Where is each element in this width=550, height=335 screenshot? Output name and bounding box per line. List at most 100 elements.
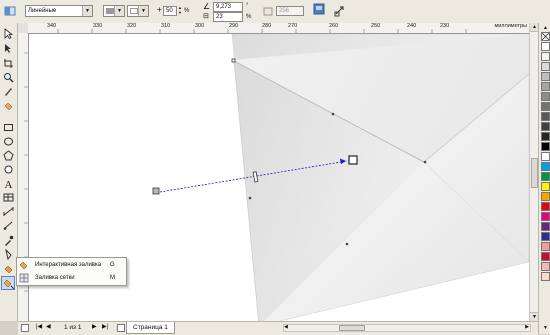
color-swatch[interactable] bbox=[541, 142, 550, 151]
color-swatch[interactable] bbox=[541, 132, 550, 141]
horizontal-scroll-thumb[interactable] bbox=[339, 325, 365, 331]
rectangle-icon[interactable] bbox=[3, 122, 14, 133]
smart-fill-icon[interactable] bbox=[3, 100, 14, 111]
color-swatch[interactable] bbox=[541, 202, 550, 211]
color-swatch[interactable] bbox=[541, 102, 550, 111]
pick-icon[interactable] bbox=[3, 28, 14, 40]
flyout-item-label: Интерактивная заливка bbox=[35, 262, 102, 268]
prev-page-button[interactable]: ◀ bbox=[46, 323, 51, 330]
color-swatch[interactable] bbox=[541, 252, 550, 261]
chevron-down-icon: ▼ bbox=[138, 6, 148, 16]
interactive-fill-icon[interactable] bbox=[1, 276, 15, 290]
color-swatch[interactable] bbox=[541, 212, 550, 221]
color-swatch[interactable] bbox=[541, 162, 550, 171]
edge-pad-unit: % bbox=[246, 14, 252, 20]
angle-icon: ∠ bbox=[203, 2, 211, 11]
interactive-fill-icon bbox=[19, 260, 29, 270]
flyout-item-interactive-fill[interactable]: Интерактивная заливка G bbox=[17, 259, 126, 271]
selection-node[interactable] bbox=[345, 242, 349, 246]
tab-page-1[interactable]: Страница 1 bbox=[126, 322, 175, 334]
selection-node[interactable] bbox=[331, 112, 335, 116]
basic-shapes-icon[interactable] bbox=[3, 164, 14, 175]
midpoint-icon: + bbox=[157, 5, 162, 14]
color-swatch[interactable] bbox=[541, 82, 550, 91]
last-page-button[interactable]: ▶| bbox=[102, 323, 108, 330]
color-swatch[interactable] bbox=[541, 42, 550, 51]
color-swatch[interactable] bbox=[541, 242, 550, 251]
end-color-picker[interactable]: ▼ bbox=[127, 5, 149, 17]
outline-icon[interactable] bbox=[3, 248, 14, 261]
scroll-right-button[interactable]: ▶ bbox=[525, 324, 529, 330]
color-swatch[interactable] bbox=[541, 182, 550, 191]
color-swatch[interactable] bbox=[541, 52, 550, 61]
flyout-item-mesh-fill[interactable]: Заливка сетки M bbox=[17, 272, 126, 284]
color-swatch[interactable] bbox=[541, 112, 550, 121]
fill-type-value: Линейные bbox=[28, 8, 57, 14]
text-icon[interactable]: A bbox=[3, 178, 14, 191]
scroll-left-button[interactable]: ◀ bbox=[284, 324, 288, 330]
selection-node[interactable] bbox=[231, 58, 236, 63]
mesh-fill-icon bbox=[19, 273, 29, 283]
transform-icon[interactable] bbox=[334, 5, 346, 17]
color-swatch[interactable] bbox=[541, 92, 550, 101]
fill-start-handle[interactable] bbox=[152, 187, 160, 195]
color-swatch[interactable] bbox=[541, 152, 550, 161]
ellipse-icon[interactable] bbox=[3, 136, 14, 147]
color-swatch[interactable] bbox=[541, 72, 550, 81]
fill-flyout-menu: Интерактивная заливка G Заливка сетки M bbox=[16, 257, 127, 286]
color-swatch[interactable] bbox=[541, 62, 550, 71]
palette-scroll-up[interactable]: ▲ bbox=[541, 25, 550, 31]
first-page-button[interactable]: |◀ bbox=[36, 323, 42, 330]
angle-input[interactable]: 9,273 bbox=[213, 2, 243, 12]
color-swatch[interactable] bbox=[541, 192, 550, 201]
next-page-button[interactable]: ▶ bbox=[92, 323, 97, 330]
flyout-item-shortcut: G bbox=[110, 262, 115, 268]
fill-end-handle[interactable] bbox=[348, 155, 358, 165]
edge-pad-icon: ⊟ bbox=[203, 13, 209, 20]
selection-node[interactable] bbox=[248, 196, 252, 200]
chevron-down-icon: ▼ bbox=[114, 6, 124, 16]
color-swatch[interactable] bbox=[541, 262, 550, 271]
fill-type-dropdown[interactable]: Линейные ▼ bbox=[25, 5, 93, 17]
midpoint-unit: % bbox=[184, 8, 190, 14]
color-swatch[interactable] bbox=[541, 222, 550, 231]
horizontal-ruler[interactable]: 340 330 320 310 300 290 280 270 260 250 … bbox=[28, 23, 529, 34]
palette-scroll-down[interactable]: ▼ bbox=[541, 325, 550, 331]
selection-node[interactable] bbox=[423, 160, 427, 164]
polygon-icon[interactable] bbox=[3, 150, 14, 161]
scroll-thumb[interactable] bbox=[531, 158, 538, 188]
no-color-swatch[interactable] bbox=[541, 32, 550, 41]
chevron-down-icon: ▼ bbox=[82, 6, 92, 16]
freehand-icon[interactable] bbox=[3, 86, 14, 97]
midpoint-spinner[interactable]: ▲ ▼ bbox=[178, 5, 182, 15]
status-bar: |◀ ◀ 1 из 1 ▶ ▶| Страница 1 ◀ ▶ bbox=[18, 321, 538, 335]
zoom-icon[interactable] bbox=[3, 72, 14, 83]
page-options-icon[interactable] bbox=[21, 324, 29, 332]
angle-unit: ° bbox=[246, 3, 249, 9]
add-page-icon[interactable] bbox=[117, 324, 125, 332]
connector-icon[interactable] bbox=[3, 220, 14, 231]
color-swatch[interactable] bbox=[541, 172, 550, 181]
steps-input[interactable]: 256 bbox=[276, 6, 304, 16]
dimension-icon[interactable] bbox=[3, 206, 14, 217]
steps-lock-icon[interactable] bbox=[262, 5, 274, 17]
start-color-picker[interactable]: ▼ bbox=[103, 5, 125, 17]
crop-icon[interactable] bbox=[3, 58, 14, 69]
shape-icon[interactable] bbox=[3, 43, 14, 54]
midpoint-input[interactable]: 50 bbox=[163, 6, 177, 16]
page-counter: 1 из 1 bbox=[64, 324, 82, 331]
property-bar: Линейные ▼ ▼ ▼ + 50 ▲ ▼ % ∠ 9,273 ° ⊟ 23 … bbox=[0, 0, 550, 24]
table-icon[interactable] bbox=[3, 192, 14, 203]
copy-properties-icon[interactable] bbox=[313, 3, 325, 15]
svg-text:A: A bbox=[5, 179, 13, 189]
envelope-shape[interactable] bbox=[231, 34, 529, 321]
color-palette: ▲ ▼ bbox=[538, 23, 550, 334]
edge-pad-input[interactable]: 23 bbox=[213, 12, 243, 22]
eyedropper-icon[interactable] bbox=[3, 235, 14, 246]
color-swatch[interactable] bbox=[541, 272, 550, 281]
fill-type-icon[interactable] bbox=[4, 5, 16, 17]
color-swatch[interactable] bbox=[541, 232, 550, 241]
fill-icon[interactable] bbox=[3, 263, 14, 274]
color-swatch[interactable] bbox=[541, 122, 550, 131]
horizontal-scrollbar[interactable]: ◀ ▶ bbox=[283, 324, 531, 332]
